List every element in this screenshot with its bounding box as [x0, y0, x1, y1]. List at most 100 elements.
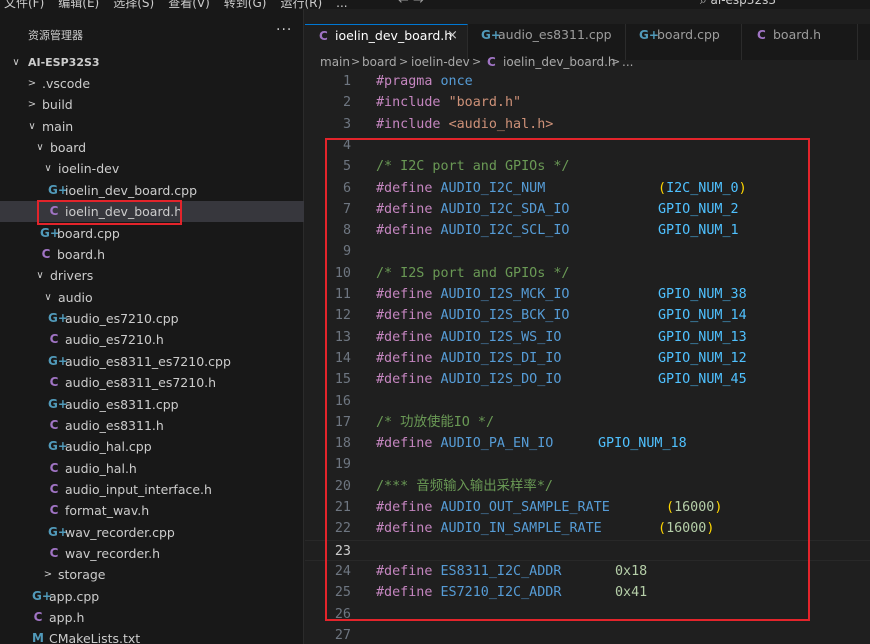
file-highlight-box	[37, 200, 182, 225]
menu-items: 文件(F) 编辑(E) 选择(S) 查看(V) 转到(G) 运行(R)...	[4, 0, 362, 9]
tree-label: format_wav.h	[65, 503, 150, 518]
c-header-file-icon: C	[49, 418, 59, 432]
tree-file-wav-recorder-h[interactable]: C wav_recorder.h	[0, 543, 304, 564]
chevron-right-icon: >	[43, 569, 53, 580]
tree-label: audio_es8311.cpp	[65, 397, 179, 412]
breadcrumb-board[interactable]: board	[362, 51, 397, 73]
tree-folder-build[interactable]: > build	[0, 94, 304, 115]
menu-selection[interactable]: 选择(S)	[113, 0, 154, 9]
tree-file-cmakelists[interactable]: M CMakeLists.txt	[0, 628, 304, 644]
tree-folder-audio[interactable]: ∨ audio	[0, 287, 304, 308]
tree-label: wav_recorder.cpp	[65, 525, 175, 540]
tree-file-audio-es8311-h[interactable]: C audio_es8311.h	[0, 415, 304, 436]
tree-file-audio-es8311-cpp[interactable]: G+ audio_es8311.cpp	[0, 394, 304, 415]
tree-folder-root[interactable]: ∨ AI-ESP32S3	[0, 52, 304, 73]
tab-label: audio_es8311.cpp	[498, 27, 612, 42]
breadcrumb-ioelin-dev[interactable]: ioelin-dev	[411, 51, 470, 73]
editor-area: C ioelin_dev_board.h × G+ audio_es8311.c…	[305, 9, 870, 644]
cpp-file-icon: G+	[48, 183, 68, 197]
cmake-file-icon: M	[32, 631, 44, 644]
tree-folder-storage[interactable]: > storage	[0, 564, 304, 585]
c-header-file-icon: C	[757, 28, 766, 42]
tree-file-app-h[interactable]: C app.h	[0, 607, 304, 628]
chevron-down-icon: ∨	[44, 163, 52, 174]
tree-file-audio-es8311-es7210-h[interactable]: C audio_es8311_es7210.h	[0, 372, 304, 393]
tree-file-wav-recorder-cpp[interactable]: G+ wav_recorder.cpp	[0, 522, 304, 543]
breadcrumb-file[interactable]: ioelin_dev_board.h	[503, 51, 616, 73]
tree-label: board.cpp	[57, 226, 120, 241]
tree-label: board	[50, 140, 87, 155]
menu-more[interactable]: ...	[336, 0, 347, 9]
tree-label: drivers	[50, 268, 94, 283]
tree-label: build	[42, 97, 73, 112]
code-line[interactable]: 1 #pragma once	[305, 71, 870, 92]
chevron-down-icon: ∨	[36, 142, 44, 153]
cpp-file-icon: G+	[48, 397, 68, 411]
tree-label: ioelin_dev_board.cpp	[65, 183, 198, 198]
tree-folder-main[interactable]: ∨ main	[0, 116, 304, 137]
c-header-file-icon: C	[33, 610, 43, 624]
breadcrumb-separator: >	[399, 55, 409, 68]
c-header-file-icon: C	[49, 461, 59, 475]
tree-file-format-wav-h[interactable]: C format_wav.h	[0, 500, 304, 521]
command-center-search[interactable]: ⌕ ai-esp32s3	[700, 0, 776, 8]
tree-label: main	[42, 119, 74, 134]
menu-run[interactable]: 运行(R)	[280, 0, 322, 9]
more-actions-icon[interactable]: ···	[276, 22, 292, 38]
code-line[interactable]: 27	[305, 625, 870, 644]
line-code: #include "board.h"	[376, 95, 522, 111]
tree-folder-ioelin-dev[interactable]: ∨ ioelin-dev	[0, 158, 304, 179]
breadcrumb-separator: >	[611, 55, 621, 68]
breadcrumb-symbols[interactable]: ...	[622, 51, 633, 73]
tree-label: audio_hal.cpp	[65, 439, 152, 454]
tree-label: app.cpp	[49, 589, 100, 604]
tree-file-audio-es8311-es7210-cpp[interactable]: G+ audio_es8311_es7210.cpp	[0, 351, 304, 372]
tree-label: wav_recorder.h	[65, 546, 161, 561]
close-icon[interactable]: ×	[447, 25, 458, 47]
tree-label: board.h	[57, 247, 105, 262]
code-line[interactable]: 2 #include "board.h"	[305, 92, 870, 113]
tree-file-board-h[interactable]: C board.h	[0, 244, 304, 265]
menu-file[interactable]: 文件(F)	[4, 0, 44, 9]
cpp-file-icon: G+	[48, 354, 68, 368]
tree-file-audio-hal-cpp[interactable]: G+ audio_hal.cpp	[0, 436, 304, 457]
tab-label: board.cpp	[657, 27, 720, 42]
tree-label: app.h	[49, 610, 85, 625]
chevron-right-icon: >	[27, 99, 37, 110]
c-header-file-icon: C	[49, 375, 59, 389]
tree-label: audio_hal.h	[65, 461, 137, 476]
tree-label: .vscode	[42, 76, 91, 91]
line-number: 2	[342, 95, 351, 111]
breadcrumb: main > board > ioelin-dev > C ioelin_dev…	[305, 51, 870, 73]
tree-file-audio-es7210-cpp[interactable]: G+ audio_es7210.cpp	[0, 308, 304, 329]
c-header-file-icon: C	[487, 55, 496, 69]
cpp-file-icon: G+	[639, 28, 659, 42]
tree-folder-drivers[interactable]: ∨ drivers	[0, 265, 304, 286]
line-code: #include <audio_hal.h>	[376, 116, 554, 132]
menu-go[interactable]: 转到(G)	[224, 0, 267, 9]
c-header-file-icon: C	[49, 482, 59, 496]
tab-label: board.h	[773, 27, 821, 42]
menu-edit[interactable]: 编辑(E)	[58, 0, 99, 9]
tree-label: audio_es8311_es7210.cpp	[65, 354, 231, 369]
nav-arrows[interactable]: ← →	[398, 0, 424, 8]
tree-file-audio-es7210-h[interactable]: C audio_es7210.h	[0, 329, 304, 350]
cpp-file-icon: G+	[48, 525, 68, 539]
code-line[interactable]: 3 #include <audio_hal.h>	[305, 114, 870, 135]
tree-folder-vscode[interactable]: > .vscode	[0, 73, 304, 94]
breadcrumb-main[interactable]: main	[320, 51, 350, 73]
tree-folder-board[interactable]: ∨ board	[0, 137, 304, 158]
tree-file-audio-input-interface-h[interactable]: C audio_input_interface.h	[0, 479, 304, 500]
tree-label: ioelin-dev	[58, 161, 120, 176]
tree-file-ioelin-dev-board-cpp[interactable]: G+ ioelin_dev_board.cpp	[0, 180, 304, 201]
c-header-file-icon: C	[319, 29, 328, 43]
c-header-file-icon: C	[49, 503, 59, 517]
tree-label: audio_input_interface.h	[65, 482, 212, 497]
chevron-down-icon: ∨	[36, 270, 44, 281]
tree-file-board-cpp[interactable]: G+ board.cpp	[0, 223, 304, 244]
c-header-file-icon: C	[41, 247, 51, 261]
explorer-sidebar: 资源管理器 ··· ∨ AI-ESP32S3 > .vscode > build…	[0, 9, 304, 644]
tree-file-app-cpp[interactable]: G+ app.cpp	[0, 586, 304, 607]
tree-file-audio-hal-h[interactable]: C audio_hal.h	[0, 458, 304, 479]
menu-view[interactable]: 查看(V)	[168, 0, 210, 9]
